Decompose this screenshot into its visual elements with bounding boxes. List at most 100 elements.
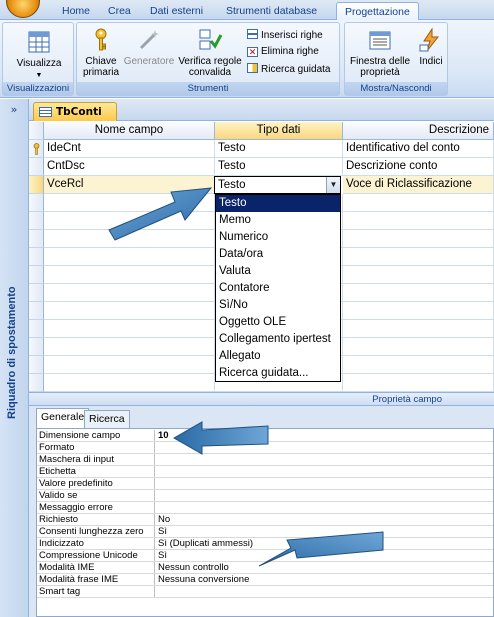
table-design-grid: Nome campo Tipo dati Descrizione IdeCnt … xyxy=(29,122,494,392)
tab-dati-esterni[interactable]: Dati esterni xyxy=(142,2,211,20)
header-descrizione[interactable]: Descrizione xyxy=(343,122,494,140)
description-cell[interactable] xyxy=(343,320,494,338)
description-cell[interactable] xyxy=(343,248,494,266)
chiave-primaria-button[interactable]: Chiave primaria xyxy=(79,27,123,78)
property-row[interactable]: Etichetta xyxy=(37,466,493,478)
row-selector[interactable] xyxy=(29,374,44,392)
datasheet-view-icon xyxy=(28,31,50,53)
description-cell[interactable] xyxy=(343,374,494,392)
description-cell[interactable] xyxy=(343,194,494,212)
field-name-cell[interactable] xyxy=(44,302,215,320)
row-selector[interactable] xyxy=(29,248,44,266)
finestra-label-1: Finestra delle xyxy=(349,56,411,67)
ribbon-tab-bar: Home Crea Dati esterni Strumenti databas… xyxy=(0,0,494,20)
description-cell[interactable] xyxy=(343,356,494,374)
row-selector[interactable] xyxy=(29,302,44,320)
row-selector-current[interactable] xyxy=(29,176,44,194)
ricerca-guidata-button[interactable]: Ricerca guidata xyxy=(247,63,330,76)
row-selector[interactable] xyxy=(29,284,44,302)
description-cell[interactable]: Voce di Riclassificazione xyxy=(343,176,494,194)
data-type-cell[interactable]: Testo xyxy=(215,158,343,176)
dropdown-option[interactable]: Oggetto OLE xyxy=(216,314,340,331)
dropdown-option[interactable]: Contatore xyxy=(216,280,340,297)
row-selector[interactable] xyxy=(29,320,44,338)
verifica-label-1: Verifica regole xyxy=(178,56,242,67)
field-name-cell[interactable]: CntDsc xyxy=(44,158,215,176)
dropdown-option[interactable]: Numerico xyxy=(216,229,340,246)
dropdown-option[interactable]: Allegato xyxy=(216,348,340,365)
property-row[interactable]: Messaggio errore xyxy=(37,502,493,514)
field-name-cell[interactable] xyxy=(44,284,215,302)
inserisci-righe-button[interactable]: Inserisci righe xyxy=(247,29,323,42)
field-name-cell[interactable] xyxy=(44,356,215,374)
field-name-cell[interactable]: IdeCnt xyxy=(44,140,215,158)
data-type-cell[interactable]: Testo xyxy=(215,140,343,158)
property-row[interactable]: Modalità frase IME Nessuna conversione xyxy=(37,574,493,586)
tab-progettazione[interactable]: Progettazione xyxy=(336,2,419,20)
description-cell[interactable] xyxy=(343,266,494,284)
tab-generale[interactable]: Generale xyxy=(36,408,90,428)
chevron-down-icon[interactable]: ▼ xyxy=(326,177,340,193)
dropdown-option[interactable]: Sì/No xyxy=(216,297,340,314)
indici-button[interactable]: Indici xyxy=(415,27,447,67)
data-type-combo[interactable]: Testo ▼ xyxy=(214,176,341,194)
row-selector[interactable] xyxy=(29,230,44,248)
header-tipo-dati[interactable]: Tipo dati xyxy=(215,122,343,140)
dropdown-option[interactable]: Data/ora xyxy=(216,246,340,263)
property-value[interactable]: Sì xyxy=(158,526,167,537)
row-selector[interactable] xyxy=(29,140,44,158)
finestra-proprieta-button[interactable]: Finestra delle proprietà xyxy=(347,27,413,78)
dropdown-option[interactable]: Ricerca guidata... xyxy=(216,365,340,382)
group-label-visualizzazioni: Visualizzazioni xyxy=(3,82,73,95)
row-selector[interactable] xyxy=(29,194,44,212)
property-label: Maschera di input xyxy=(37,454,155,465)
property-row[interactable]: Smart tag xyxy=(37,586,493,598)
nav-expand-button[interactable]: » xyxy=(4,103,24,117)
description-cell[interactable] xyxy=(343,338,494,356)
field-name-cell[interactable] xyxy=(44,248,215,266)
dropdown-option[interactable]: Valuta xyxy=(216,263,340,280)
description-cell[interactable] xyxy=(343,302,494,320)
description-cell[interactable] xyxy=(343,212,494,230)
tab-tbconti[interactable]: TbConti xyxy=(33,102,117,121)
property-row[interactable]: Valore predefinito xyxy=(37,478,493,490)
property-value[interactable]: Sì xyxy=(158,550,167,561)
generatore-button[interactable]: Generatore xyxy=(123,27,175,67)
property-value[interactable]: No xyxy=(158,514,170,525)
property-row[interactable]: Richiesto No xyxy=(37,514,493,526)
field-name-cell[interactable] xyxy=(44,374,215,392)
description-cell[interactable]: Identificativo del conto xyxy=(343,140,494,158)
dropdown-option[interactable]: Collegamento ipertest xyxy=(216,331,340,348)
description-cell[interactable] xyxy=(343,230,494,248)
property-value[interactable]: Nessuna conversione xyxy=(158,574,249,585)
validation-rules-icon xyxy=(199,29,223,50)
header-nome-campo[interactable]: Nome campo xyxy=(44,122,215,140)
row-selector[interactable] xyxy=(29,266,44,284)
dropdown-option[interactable]: Testo xyxy=(216,195,340,212)
dropdown-option[interactable]: Memo xyxy=(216,212,340,229)
property-value[interactable]: Sì (Duplicati ammessi) xyxy=(158,538,253,549)
tab-ricerca[interactable]: Ricerca xyxy=(84,410,130,428)
annotation-arrow-icon xyxy=(258,531,384,567)
field-name-cell[interactable] xyxy=(44,338,215,356)
tab-crea[interactable]: Crea xyxy=(100,2,139,20)
visualizza-button[interactable]: Visualizza ▼ xyxy=(7,29,71,81)
field-properties-pane: Generale Ricerca Dimensione campo 10 Form… xyxy=(29,406,494,617)
property-row[interactable]: Valido se xyxy=(37,490,493,502)
row-selector[interactable] xyxy=(29,338,44,356)
description-cell[interactable] xyxy=(343,284,494,302)
verifica-regole-button[interactable]: Verifica regole convalida xyxy=(175,27,245,78)
description-cell[interactable]: Descrizione conto xyxy=(343,158,494,176)
row-selector[interactable] xyxy=(29,212,44,230)
field-name-cell[interactable] xyxy=(44,320,215,338)
tab-home[interactable]: Home xyxy=(54,2,98,20)
nav-pane-title[interactable]: Riquadro di spostamento xyxy=(6,286,18,419)
property-value[interactable]: 10 xyxy=(158,430,169,441)
row-selector[interactable] xyxy=(29,356,44,374)
tab-strumenti-database[interactable]: Strumenti database xyxy=(218,2,325,20)
row-selector[interactable] xyxy=(29,158,44,176)
office-button[interactable] xyxy=(6,0,40,18)
elimina-righe-button[interactable]: ✕ Elimina righe xyxy=(247,46,319,58)
property-value[interactable]: Nessun controllo xyxy=(158,562,229,573)
field-name-cell[interactable] xyxy=(44,266,215,284)
